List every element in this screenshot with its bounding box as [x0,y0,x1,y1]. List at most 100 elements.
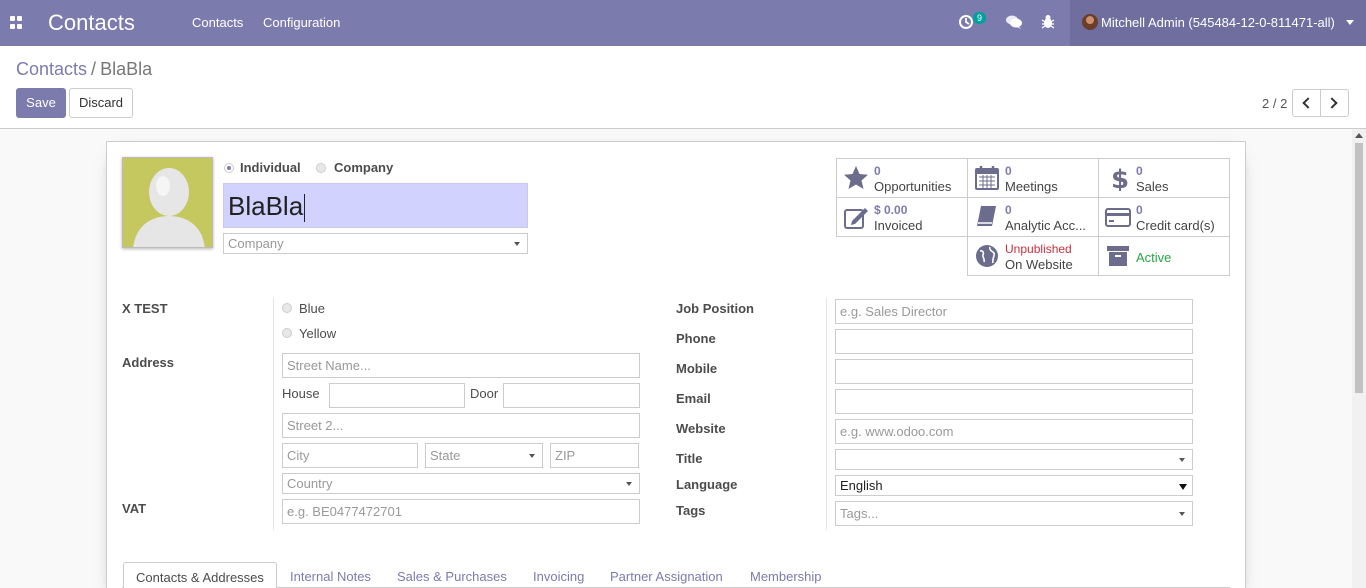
language-select[interactable]: English [835,475,1193,496]
pager-value[interactable]: 2 / 2 [1262,96,1287,111]
job-position-label: Job Position [676,301,754,316]
chevron-down-icon [514,242,520,246]
tab-internal-notes[interactable]: Internal Notes [290,562,371,588]
name-input[interactable]: BlaBla [223,183,528,228]
bug-icon[interactable] [1039,13,1057,31]
phone-input[interactable] [835,329,1193,354]
tab-invoicing[interactable]: Invoicing [533,562,584,588]
credit-cards-count: 0 [1136,203,1143,217]
active-status: Active [1136,250,1172,265]
company-label[interactable]: Company [334,160,393,175]
email-label: Email [676,391,711,406]
website-status: Unpublished [1005,242,1072,256]
breadcrumb-root[interactable]: Contacts [16,59,87,79]
menu-configuration[interactable]: Configuration [263,15,340,30]
save-button[interactable]: Save [16,88,66,118]
blue-radio[interactable] [282,303,292,313]
invoiced-amount: $ 0.00 [874,203,908,217]
meetings-label: Meetings [1005,179,1058,194]
tags-placeholder: Tags... [840,506,879,521]
state-select[interactable]: State [425,443,543,468]
country-select[interactable]: Country [282,473,640,494]
credit-cards-label: Credit card(s) [1136,218,1215,233]
street-input[interactable]: Street Name... [282,353,640,378]
chevron-down-icon [626,482,632,486]
scrollbar[interactable] [1352,129,1366,588]
apps-grid-icon[interactable] [10,16,23,29]
smart-button-invoiced[interactable]: $ 0.00 Invoiced [836,197,968,237]
smart-button-analytic-accounts[interactable]: 0 Analytic Acc... [967,197,1099,237]
street2-input[interactable]: Street 2... [282,413,640,438]
website-placeholder: e.g. www.odoo.com [840,424,954,439]
pager-previous-button[interactable] [1292,89,1321,117]
edit-icon [844,208,868,229]
vat-input[interactable]: e.g. BE0477472701 [282,499,640,524]
calendar-icon [975,166,999,190]
vat-placeholder: e.g. BE0477472701 [287,504,402,519]
vat-label: VAT [122,501,147,516]
activity-count-badge: 9 [973,12,987,24]
tab-contacts-addresses[interactable]: Contacts & Addresses [123,562,277,588]
breadcrumb: Contacts / BlaBla [16,59,152,80]
yellow-radio[interactable] [282,328,292,338]
city-input[interactable]: City [282,443,418,468]
tab-partner-assignation[interactable]: Partner Assignation [610,562,723,588]
menu-contacts[interactable]: Contacts [192,15,243,30]
yellow-label[interactable]: Yellow [299,326,336,341]
individual-label[interactable]: Individual [240,160,301,175]
group-divider [273,298,274,530]
user-menu[interactable]: Mitchell Admin (545484-12-0-811471-all) [1070,0,1366,46]
opportunities-count: 0 [874,164,881,178]
smart-button-active[interactable]: Active [1098,236,1230,276]
job-position-placeholder: e.g. Sales Director [840,304,947,319]
mobile-input[interactable] [835,359,1193,384]
tags-input[interactable]: Tags... [835,501,1193,526]
website-input[interactable]: e.g. www.odoo.com [835,419,1193,444]
tab-membership[interactable]: Membership [750,562,822,588]
smart-button-credit-cards[interactable]: 0 Credit card(s) [1098,197,1230,237]
analytic-accounts-label: Analytic Acc... [1005,218,1086,233]
pager-next-button[interactable] [1320,89,1349,117]
title-label: Title [676,451,703,466]
smart-button-opportunities[interactable]: 0 Opportunities [836,158,968,198]
city-placeholder: City [287,448,310,463]
chevron-right-icon [1326,97,1338,109]
smart-button-website[interactable]: Unpublished On Website [967,236,1099,276]
x-test-label: X TEST [122,301,168,316]
sales-count: 0 [1136,164,1143,178]
chevron-left-icon [1302,97,1314,109]
smart-button-sales[interactable]: $ 0 Sales [1098,158,1230,198]
job-position-input[interactable]: e.g. Sales Director [835,299,1193,324]
avatar [1082,14,1098,30]
user-name: Mitchell Admin (545484-12-0-811471-all) [1101,15,1335,30]
invoiced-label: Invoiced [874,218,923,233]
blue-label[interactable]: Blue [299,301,325,316]
scroll-up-arrow-icon[interactable] [1355,133,1363,138]
company-radio[interactable] [316,163,326,173]
chat-icon[interactable] [1005,13,1023,31]
title-select[interactable] [835,449,1193,470]
door-label: Door [470,386,499,401]
individual-radio[interactable] [224,163,234,173]
book-icon [977,206,996,226]
contact-photo[interactable] [122,157,213,248]
chevron-down-icon [529,454,535,458]
discard-button[interactable]: Discard [69,88,133,118]
zip-placeholder: ZIP [555,448,576,463]
email-input[interactable] [835,389,1193,414]
house-input[interactable] [329,383,465,408]
street2-placeholder: Street 2... [287,418,344,433]
dollar-icon: $ [1111,165,1129,191]
country-placeholder: Country [287,476,333,491]
zip-input[interactable]: ZIP [550,443,639,468]
svg-text:$: $ [1111,165,1129,191]
smart-button-meetings[interactable]: 0 Meetings [967,158,1099,198]
door-input[interactable] [503,383,640,408]
scrollbar-thumb[interactable] [1355,143,1363,393]
address-label: Address [122,355,175,370]
opportunities-label: Opportunities [874,179,952,194]
sales-label: Sales [1136,179,1169,194]
top-navbar: Contacts Contacts Configuration 9 Mitche… [0,0,1366,46]
tab-sales-purchases[interactable]: Sales & Purchases [397,562,507,588]
company-select[interactable]: Company [223,233,528,254]
